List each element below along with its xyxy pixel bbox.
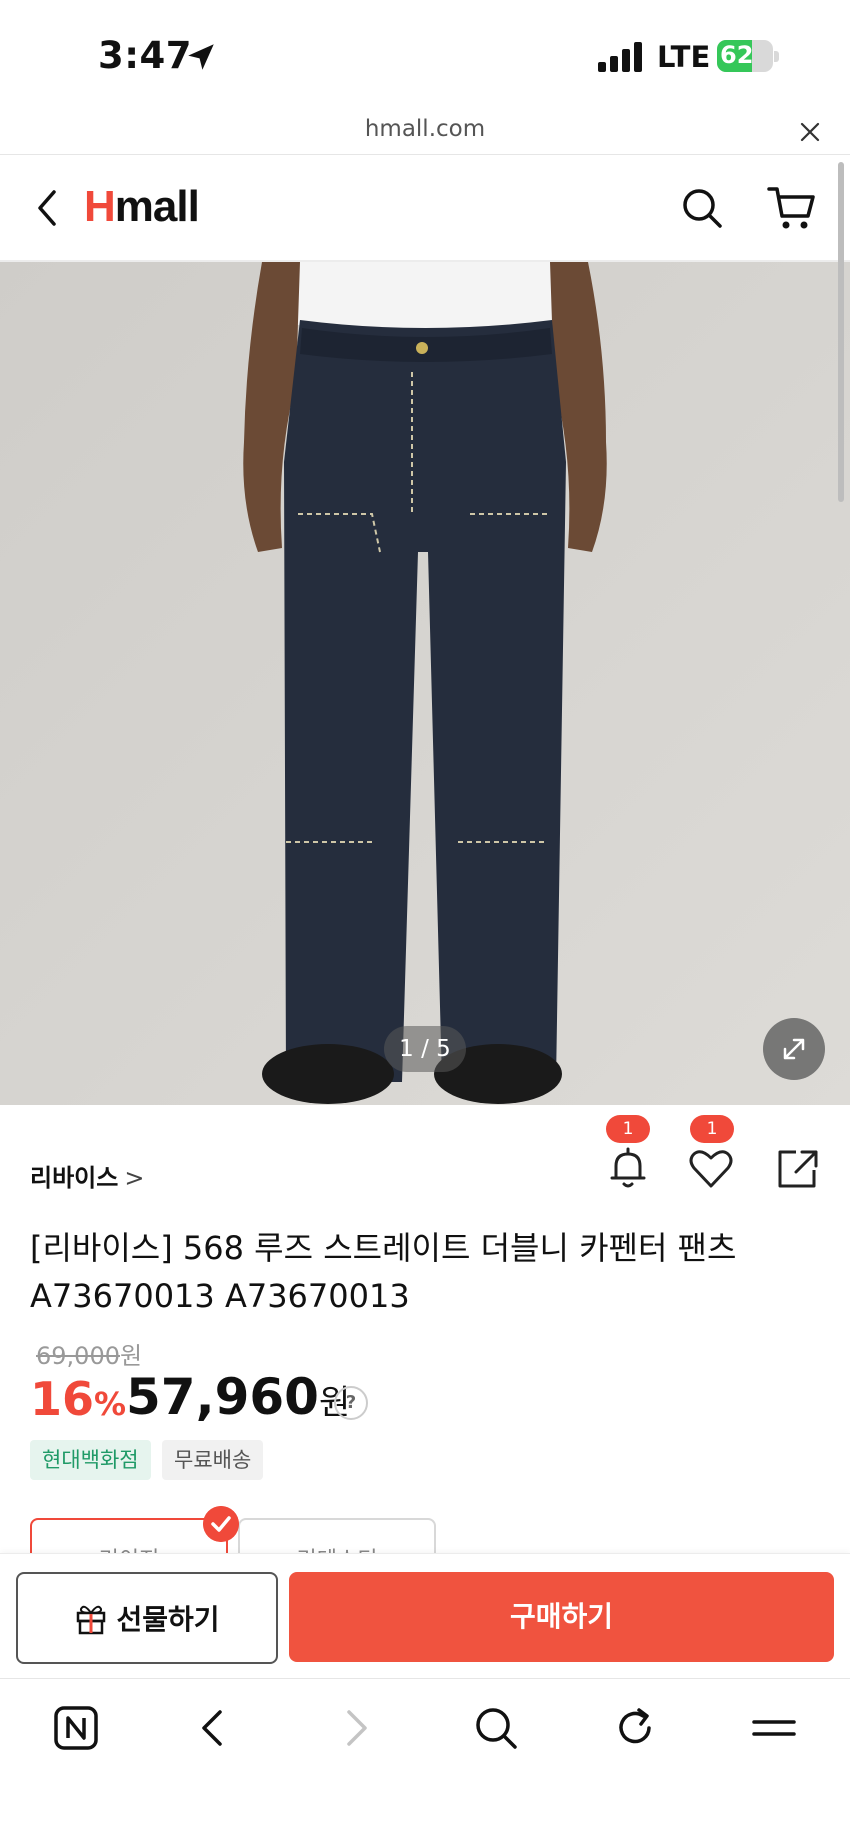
alarm-count-badge: 1: [606, 1115, 650, 1143]
url-display[interactable]: hmall.com: [0, 116, 850, 142]
brand-link[interactable]: 리바이스 >: [30, 1158, 144, 1193]
original-price-unit: 원: [119, 1342, 143, 1370]
expand-icon[interactable]: [763, 1018, 825, 1080]
naver-home-icon[interactable]: [52, 1704, 100, 1752]
menu-icon[interactable]: [750, 1704, 798, 1752]
bell-icon[interactable]: [604, 1144, 652, 1192]
buy-button[interactable]: 구매하기: [289, 1572, 834, 1662]
product-title: [리바이스] 568 루즈 스트레이트 더블니 카펜터 팬츠 A73670013…: [30, 1229, 737, 1315]
gift-button[interactable]: 선물하기: [16, 1572, 278, 1664]
nav-forward-icon[interactable]: [331, 1704, 379, 1752]
product-photo-jeans: [0, 262, 850, 1105]
cellular-signal-icon: [598, 42, 642, 72]
store-tag: 현대백화점: [30, 1440, 151, 1480]
discount-rate: 16%: [30, 1372, 126, 1426]
discount-unit: %: [94, 1385, 127, 1423]
close-icon[interactable]: [796, 118, 824, 146]
shipping-tag: 무료배송: [162, 1440, 264, 1480]
battery-indicator: 62: [717, 40, 779, 72]
chevron-right-icon: >: [124, 1164, 145, 1192]
gift-label: 선물하기: [116, 1603, 220, 1636]
nav-search-icon[interactable]: [472, 1704, 520, 1752]
sale-price-value: 57,960: [126, 1368, 319, 1426]
search-icon[interactable]: [680, 186, 724, 230]
price-info-button[interactable]: ?: [334, 1386, 368, 1420]
logo-text: mall: [114, 182, 200, 231]
original-price: 69,000원: [36, 1336, 142, 1371]
battery-level: 62: [720, 41, 754, 69]
image-counter: 1 / 5: [384, 1026, 466, 1072]
page-scrollbar[interactable]: [838, 162, 844, 502]
original-price-value: 69,000: [36, 1342, 120, 1370]
nav-back-icon[interactable]: [190, 1704, 238, 1752]
network-type: LTE: [657, 40, 711, 74]
gift-icon: [77, 1605, 106, 1635]
status-time: 3:47: [98, 34, 193, 77]
hmall-logo[interactable]: Hmall: [84, 182, 200, 232]
sale-price: 57,960원: [126, 1368, 350, 1426]
discount-value: 16: [30, 1372, 95, 1426]
browser-nav-bar: [0, 1679, 850, 1842]
heart-icon[interactable]: [686, 1144, 736, 1192]
wish-count-badge: 1: [690, 1115, 734, 1143]
share-icon[interactable]: [774, 1146, 822, 1192]
product-image[interactable]: [0, 262, 850, 1105]
check-icon: [203, 1506, 239, 1542]
logo-h: H: [84, 182, 116, 231]
reload-icon[interactable]: [611, 1704, 659, 1752]
location-arrow-icon: [188, 44, 214, 70]
divider: [0, 154, 850, 155]
brand-name: 리바이스: [30, 1164, 119, 1192]
back-button[interactable]: [30, 186, 66, 230]
cart-icon[interactable]: [766, 184, 816, 232]
